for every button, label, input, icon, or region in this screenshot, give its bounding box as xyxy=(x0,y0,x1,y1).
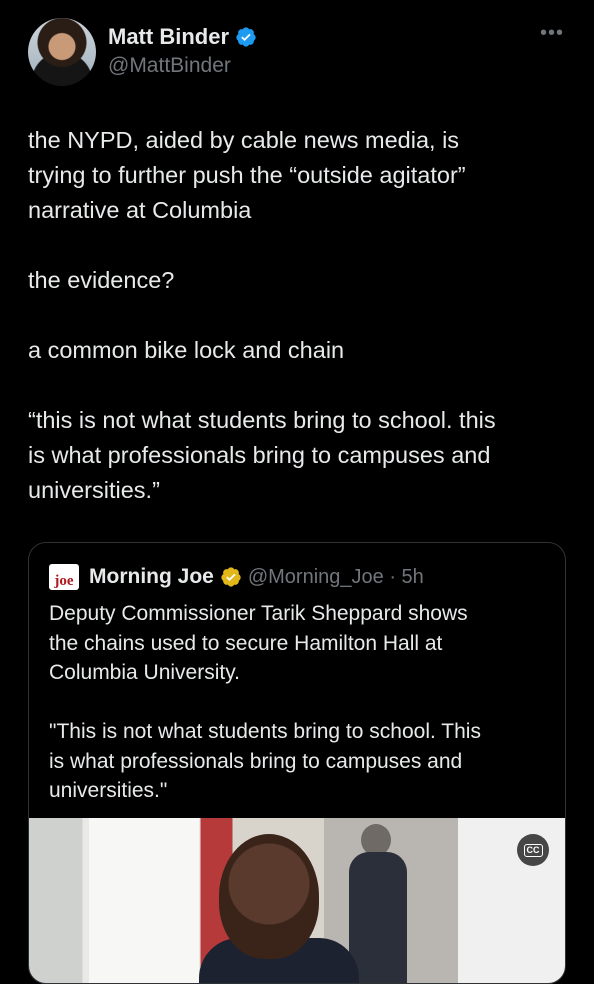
quoted-handle-time[interactable]: @Morning_Joe · 5h xyxy=(248,566,424,589)
quoted-tweet-header: joe Morning Joe @Morning_Joe · 5h xyxy=(49,563,424,591)
tweet-header: Matt Binder @MattBinder ••• xyxy=(28,18,574,88)
closed-captions-icon[interactable]: CC xyxy=(517,834,549,866)
more-options-icon[interactable]: ••• xyxy=(540,22,564,45)
tweet-text: the NYPD, aided by cable news media, is … xyxy=(28,127,496,503)
quoted-tweet[interactable]: joe Morning Joe @Morning_Joe · 5h Deputy… xyxy=(28,542,566,984)
cc-label: CC xyxy=(523,843,543,857)
quoted-video-thumbnail[interactable]: CC xyxy=(29,818,565,983)
author-name-row: Matt Binder xyxy=(108,24,257,50)
background-window xyxy=(89,818,199,983)
speaker-head xyxy=(219,834,319,959)
author-avatar[interactable] xyxy=(28,18,96,86)
verified-badge-icon xyxy=(235,26,257,48)
morning-joe-logo-icon[interactable]: joe xyxy=(49,564,79,590)
gold-verified-badge-icon xyxy=(220,566,242,588)
quoted-author-name[interactable]: Morning Joe xyxy=(89,565,214,589)
background-person xyxy=(349,824,409,983)
author-handle[interactable]: @MattBinder xyxy=(108,54,231,78)
author-name[interactable]: Matt Binder xyxy=(108,24,229,50)
quoted-tweet-text: Deputy Commissioner Tarik Sheppard shows… xyxy=(49,602,481,802)
